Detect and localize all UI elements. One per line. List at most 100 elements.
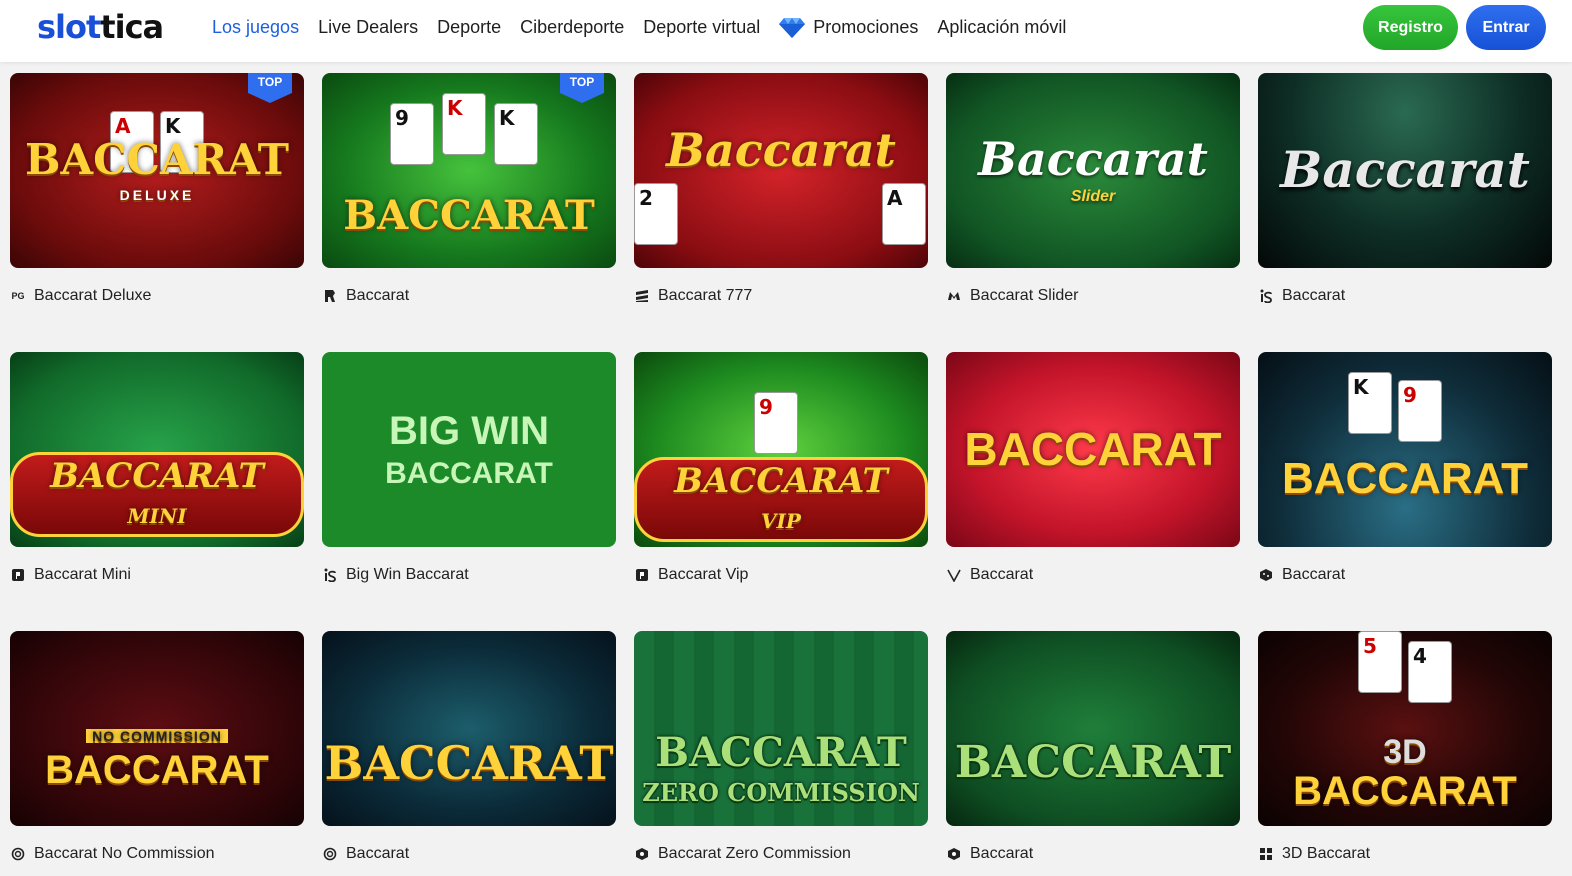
game-card[interactable]: 9 K K BACCARAT TOP Baccarat <box>322 73 616 352</box>
game-name[interactable]: Baccarat No Commission <box>34 845 215 863</box>
main-nav: Los juegos Live Dealers Deporte Ciberdep… <box>212 0 1066 54</box>
playing-card-icon: K <box>1348 372 1392 434</box>
thumb-subtitle: 3D <box>1383 732 1427 771</box>
thumb-title: BACCARAT <box>50 455 264 496</box>
thumb-title: BACCARAT <box>655 728 907 776</box>
thumb-title: BACCARAT <box>324 736 614 791</box>
circle-logo-icon <box>10 846 26 862</box>
playing-card-icon: K <box>494 103 538 165</box>
stripes-logo-icon <box>634 288 650 304</box>
nav-promociones-label: Promociones <box>813 16 919 37</box>
nav-aplicacion-movil[interactable]: Aplicación móvil <box>937 17 1066 38</box>
game-card[interactable]: BIG WIN BACCARAT Big Win Baccarat <box>322 352 616 631</box>
game-thumbnail[interactable]: 9 BACCARAT VIP <box>634 352 928 547</box>
game-card[interactable]: BACCARAT Baccarat <box>946 352 1240 631</box>
thumb-subtitle: BACCARAT <box>385 456 553 490</box>
logo[interactable]: slottica <box>37 8 164 46</box>
game-thumbnail[interactable]: 5 4 3D BACCARAT <box>1258 631 1552 826</box>
game-card[interactable]: NO COMMISSION BACCARAT Baccarat No Commi… <box>10 631 304 876</box>
game-thumbnail[interactable]: BIG WIN BACCARAT <box>322 352 616 547</box>
top-badge: TOP <box>560 73 604 103</box>
thumb-title: BACCARAT <box>1281 454 1529 504</box>
p-logo-icon <box>10 567 26 583</box>
game-card[interactable]: 5 4 3D BACCARAT 3D Baccarat <box>1258 631 1552 876</box>
playing-card-icon: 9 <box>754 392 798 454</box>
game-card[interactable]: 2 A Baccarat Baccarat 777 <box>634 73 928 352</box>
game-card[interactable]: K 9 BACCARAT Baccarat <box>1258 352 1552 631</box>
nav-live-dealers[interactable]: Live Dealers <box>318 17 418 38</box>
thumb-title: Baccarat <box>978 131 1208 186</box>
thumb-title: BACCARAT <box>1293 769 1517 814</box>
game-card[interactable]: A K BACCARAT DELUXE TOP PG Baccarat Delu… <box>10 73 304 352</box>
game-thumbnail[interactable]: Baccarat Slider <box>946 73 1240 268</box>
thumb-subtitle: NO COMMISSION <box>86 728 228 744</box>
register-button[interactable]: Registro <box>1363 5 1458 50</box>
game-name[interactable]: Baccarat <box>970 566 1033 584</box>
game-card[interactable]: Baccarat Baccarat <box>1258 73 1552 352</box>
playing-card-icon: 2 <box>634 183 678 245</box>
game-name[interactable]: Baccarat 777 <box>658 287 752 305</box>
game-name[interactable]: Baccarat <box>1282 566 1345 584</box>
login-button[interactable]: Entrar <box>1466 5 1546 50</box>
game-thumbnail[interactable]: Baccarat <box>1258 73 1552 268</box>
game-name[interactable]: Baccarat <box>1282 287 1345 305</box>
pg-logo-icon: PG <box>11 291 25 301</box>
game-thumbnail[interactable]: K 9 BACCARAT <box>1258 352 1552 547</box>
game-name[interactable]: Baccarat Zero Commission <box>658 845 851 863</box>
game-card[interactable]: Baccarat Slider Baccarat Slider <box>946 73 1240 352</box>
game-name[interactable]: Baccarat Mini <box>34 566 131 584</box>
diamond-icon <box>779 18 806 38</box>
game-name[interactable]: Baccarat <box>970 845 1033 863</box>
game-card[interactable]: BACCARAT ZERO COMMISSION Baccarat Zero C… <box>634 631 928 876</box>
game-card[interactable]: BACCARAT Baccarat <box>322 631 616 876</box>
game-thumbnail[interactable]: BACCARAT MINI <box>10 352 304 547</box>
nav-promociones[interactable]: Promociones <box>779 16 918 38</box>
game-card[interactable]: BACCARAT MINI Baccarat Mini <box>10 352 304 631</box>
game-name[interactable]: 3D Baccarat <box>1282 845 1370 863</box>
grid-logo-icon <box>1258 846 1274 862</box>
thumb-title: Baccarat <box>1280 140 1530 200</box>
game-name[interactable]: Baccarat <box>346 287 409 305</box>
playing-card-icon: 5 <box>1358 631 1402 693</box>
circle-logo-icon <box>322 846 338 862</box>
game-thumbnail[interactable]: NO COMMISSION BACCARAT <box>10 631 304 826</box>
dice-logo-icon <box>1258 567 1274 583</box>
hex-logo-icon <box>946 846 962 862</box>
playing-card-icon: A <box>882 183 926 245</box>
site-header: slottica Los juegos Live Dealers Deporte… <box>0 0 1572 62</box>
m-logo-icon <box>946 288 962 304</box>
game-thumbnail[interactable]: BACCARAT <box>946 631 1240 826</box>
games-grid: A K BACCARAT DELUXE TOP PG Baccarat Delu… <box>10 73 1552 876</box>
nav-deporte[interactable]: Deporte <box>437 17 501 38</box>
thumb-title: Baccarat <box>666 123 896 178</box>
nav-ciberdeporte[interactable]: Ciberdeporte <box>520 17 624 38</box>
game-name[interactable]: Baccarat Slider <box>970 287 1079 305</box>
thumb-subtitle: Slider <box>1070 188 1116 206</box>
game-thumbnail[interactable]: BACCARAT ZERO COMMISSION <box>634 631 928 826</box>
game-thumbnail[interactable]: BACCARAT <box>322 631 616 826</box>
game-name[interactable]: Big Win Baccarat <box>346 566 469 584</box>
thumb-title: BACCARAT <box>343 191 595 239</box>
top-badge: TOP <box>248 73 292 103</box>
game-thumbnail[interactable]: A K BACCARAT DELUXE TOP <box>10 73 304 268</box>
thumb-title: BACCARAT <box>954 737 1232 789</box>
thumb-subtitle: MINI <box>127 503 187 528</box>
nav-los-juegos[interactable]: Los juegos <box>212 17 299 38</box>
game-name[interactable]: Baccarat Deluxe <box>34 287 151 305</box>
game-thumbnail[interactable]: BACCARAT <box>946 352 1240 547</box>
game-card[interactable]: BACCARAT Baccarat <box>946 631 1240 876</box>
game-name[interactable]: Baccarat Vip <box>658 566 748 584</box>
playing-card-icon: 9 <box>390 103 434 165</box>
thumb-title: BACCARAT <box>45 747 269 792</box>
game-name[interactable]: Baccarat <box>346 845 409 863</box>
thumb-subtitle: ZERO COMMISSION <box>642 777 920 807</box>
thumb-subtitle: DELUXE <box>119 187 195 204</box>
game-thumbnail[interactable]: 9 K K BACCARAT TOP <box>322 73 616 268</box>
game-thumbnail[interactable]: 2 A Baccarat <box>634 73 928 268</box>
game-card[interactable]: 9 BACCARAT VIP Baccarat Vip <box>634 352 928 631</box>
nav-deporte-virtual[interactable]: Deporte virtual <box>643 17 760 38</box>
is-logo-icon <box>1258 288 1274 304</box>
playing-card-icon: 9 <box>1398 380 1442 442</box>
thumb-title: BACCARAT <box>964 423 1222 476</box>
playing-card-icon: K <box>442 93 486 155</box>
